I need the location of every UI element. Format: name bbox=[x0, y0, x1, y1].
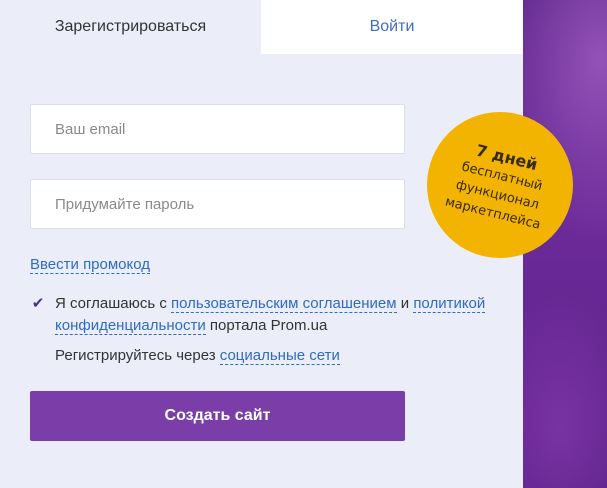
badge-content: 7 дней бесплатный функционал маркетплейс… bbox=[443, 135, 557, 234]
agreement-suffix: портала Prom.ua bbox=[209, 317, 328, 334]
user-agreement-link[interactable]: пользовательским соглашением bbox=[171, 295, 397, 313]
tab-login[interactable]: Войти bbox=[261, 0, 523, 54]
agreement-checkbox[interactable]: ✔ bbox=[30, 296, 46, 312]
agreement-text: Я соглашаюсь с пользовательским соглашен… bbox=[30, 293, 490, 337]
create-site-button[interactable]: Создать сайт bbox=[30, 391, 405, 441]
promo-row: Ввести промокод bbox=[30, 255, 151, 275]
promo-code-link[interactable]: Ввести промокод bbox=[30, 256, 151, 274]
registration-panel: Зарегистрироваться Войти Ввести промокод… bbox=[0, 0, 523, 488]
agreement-row: ✔ Я соглашаюсь с пользовательским соглаш… bbox=[30, 293, 490, 337]
agreement-prefix: Я соглашаюсь с bbox=[55, 295, 167, 312]
social-prefix: Регистрируйтесь через bbox=[55, 347, 216, 364]
promo-badge: 7 дней бесплатный функционал маркетплейс… bbox=[427, 112, 573, 258]
tab-register[interactable]: Зарегистрироваться bbox=[0, 0, 261, 54]
social-row: Регистрируйтесь через социальные сети bbox=[55, 346, 340, 366]
auth-tabs: Зарегистрироваться Войти bbox=[0, 0, 523, 54]
social-networks-link[interactable]: социальные сети bbox=[219, 347, 340, 365]
agreement-and: и bbox=[400, 295, 410, 312]
password-input[interactable] bbox=[30, 179, 405, 229]
email-input[interactable] bbox=[30, 104, 405, 154]
